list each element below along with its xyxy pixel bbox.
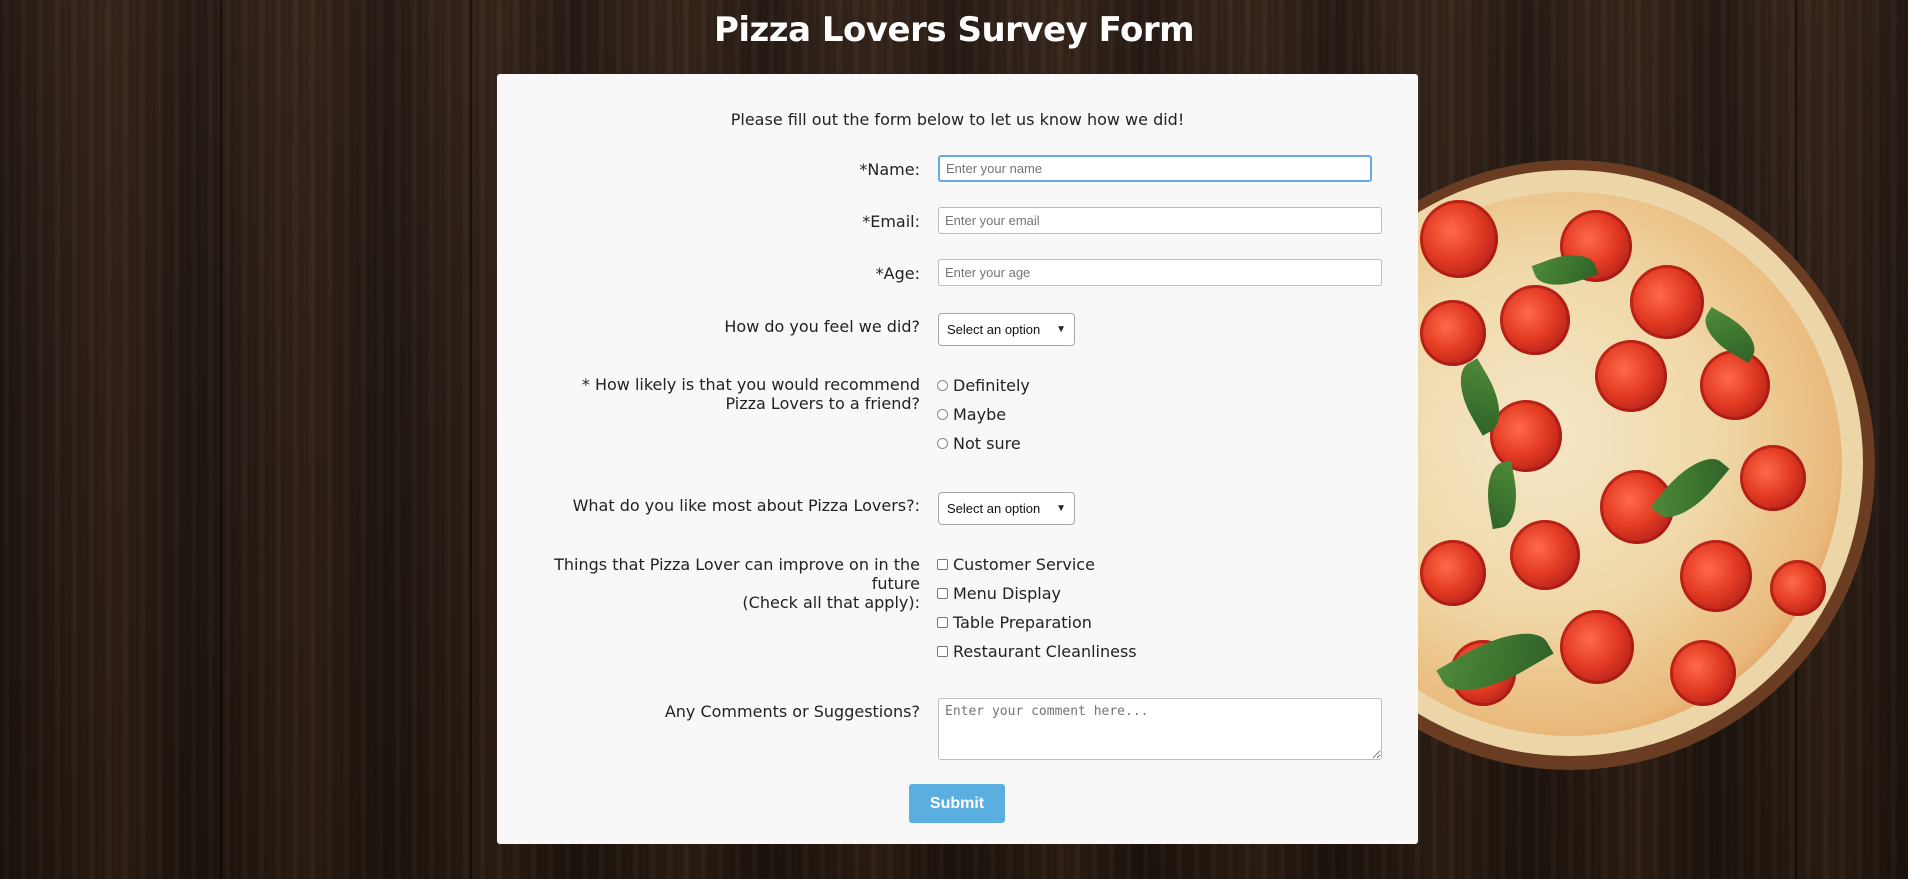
- email-label: *Email:: [862, 212, 920, 231]
- recommend-option-definitely[interactable]: Definitely: [937, 376, 1030, 395]
- comments-label: Any Comments or Suggestions?: [664, 702, 920, 721]
- checkbox[interactable]: [937, 588, 948, 599]
- improve-option-menu-display[interactable]: Menu Display: [937, 584, 1061, 603]
- tomato-slice-image: [1680, 540, 1752, 612]
- tomato-slice-image: [1740, 445, 1806, 511]
- radio-label: Maybe: [953, 405, 1007, 424]
- tomato-slice-image: [1420, 200, 1498, 278]
- improve-label: Things that Pizza Lover can improve on i…: [554, 555, 920, 612]
- email-input[interactable]: [938, 207, 1382, 234]
- feel-select[interactable]: Select an option ▼: [938, 313, 1075, 346]
- checkbox[interactable]: [937, 617, 948, 628]
- recommend-option-not-sure[interactable]: Not sure: [937, 434, 1021, 453]
- tomato-slice-image: [1560, 610, 1634, 684]
- like-most-label: What do you like most about Pizza Lovers…: [572, 496, 920, 515]
- improve-option-customer-service[interactable]: Customer Service: [937, 555, 1095, 574]
- improve-label-line1: Things that Pizza Lover can improve on i…: [554, 555, 920, 574]
- age-input[interactable]: [938, 259, 1382, 286]
- radio-button[interactable]: [937, 438, 948, 449]
- tomato-slice-image: [1670, 640, 1736, 706]
- radio-button[interactable]: [937, 380, 948, 391]
- comments-textarea[interactable]: [938, 698, 1382, 760]
- tomato-slice-image: [1630, 265, 1704, 339]
- improve-label-line3: (Check all that apply):: [742, 593, 920, 612]
- tomato-slice-image: [1420, 540, 1486, 606]
- submit-button[interactable]: Submit: [909, 784, 1005, 823]
- name-label: *Name:: [859, 160, 920, 179]
- tomato-slice-image: [1420, 300, 1486, 366]
- tomato-slice-image: [1500, 285, 1570, 355]
- tomato-slice-image: [1490, 400, 1562, 472]
- radio-button[interactable]: [937, 409, 948, 420]
- recommend-option-maybe[interactable]: Maybe: [937, 405, 1006, 424]
- wood-plank-line: [220, 0, 222, 879]
- age-label: *Age:: [875, 264, 920, 283]
- checkbox[interactable]: [937, 646, 948, 657]
- checkbox-label: Customer Service: [953, 555, 1095, 574]
- name-input[interactable]: [938, 155, 1372, 182]
- feel-label: How do you feel we did?: [724, 317, 920, 336]
- form-intro-text: Please fill out the form below to let us…: [730, 110, 1185, 129]
- improve-option-table-preparation[interactable]: Table Preparation: [937, 613, 1092, 632]
- recommend-label-line1: * How likely is that you would recommend: [581, 375, 920, 394]
- tomato-slice-image: [1700, 350, 1770, 420]
- tomato-slice-image: [1770, 560, 1826, 616]
- tomato-slice-image: [1510, 520, 1580, 590]
- improve-label-line2: future: [871, 574, 920, 593]
- tomato-slice-image: [1595, 340, 1667, 412]
- recommend-label: * How likely is that you would recommend…: [582, 375, 920, 413]
- wood-plank-line: [470, 0, 472, 879]
- checkbox-label: Menu Display: [953, 584, 1061, 603]
- radio-label: Not sure: [953, 434, 1021, 453]
- like-most-select-value: Select an option: [947, 501, 1041, 516]
- chevron-down-icon: ▼: [1056, 324, 1066, 335]
- like-most-select[interactable]: Select an option ▼: [938, 492, 1075, 525]
- feel-select-value: Select an option: [947, 322, 1041, 337]
- chevron-down-icon: ▼: [1056, 503, 1066, 514]
- recommend-label-line2: Pizza Lovers to a friend?: [725, 394, 921, 413]
- page-title: Pizza Lovers Survey Form: [713, 10, 1195, 50]
- survey-form-card: Please fill out the form below to let us…: [497, 74, 1418, 844]
- checkbox[interactable]: [937, 559, 948, 570]
- checkbox-label: Table Preparation: [953, 613, 1092, 632]
- radio-label: Definitely: [953, 376, 1030, 395]
- checkbox-label: Restaurant Cleanliness: [953, 642, 1137, 661]
- improve-option-restaurant-cleanliness[interactable]: Restaurant Cleanliness: [937, 642, 1137, 661]
